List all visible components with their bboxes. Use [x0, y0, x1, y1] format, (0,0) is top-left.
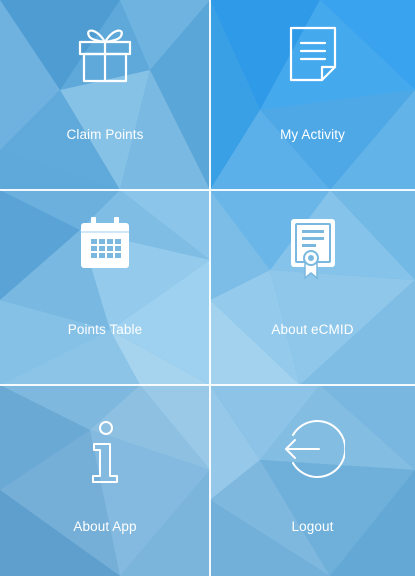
menu-grid: Claim Points My Activity Points Table Ab… — [0, 0, 415, 576]
tile-logout[interactable]: Logout — [210, 385, 415, 576]
tile-label-claim-points: Claim Points — [66, 127, 144, 142]
tile-label-about-ecmid: About eCMID — [271, 322, 354, 337]
tile-about-app[interactable]: About App — [0, 385, 210, 576]
tile-claim-points[interactable]: Claim Points — [0, 0, 210, 190]
tile-points-table[interactable]: Points Table — [0, 190, 210, 385]
tile-label-my-activity: My Activity — [280, 127, 345, 142]
logout-icon — [281, 417, 346, 481]
tile-label-about-app: About App — [73, 519, 137, 534]
gift-icon — [77, 22, 133, 84]
info-icon — [90, 420, 120, 484]
grid-divider-horizontal-top — [0, 189, 415, 191]
tile-label-points-table: Points Table — [67, 322, 143, 337]
tile-my-activity[interactable]: My Activity — [210, 0, 415, 190]
document-icon — [288, 25, 338, 83]
certificate-icon — [290, 218, 336, 280]
tile-label-logout: Logout — [291, 519, 334, 534]
tile-about-ecmid[interactable]: About eCMID — [210, 190, 415, 385]
grid-divider-horizontal-bottom — [0, 384, 415, 386]
home-menu-screen: Claim Points My Activity Points Table Ab… — [0, 0, 415, 576]
grid-divider-vertical — [209, 0, 211, 576]
calendar-icon — [80, 217, 130, 269]
